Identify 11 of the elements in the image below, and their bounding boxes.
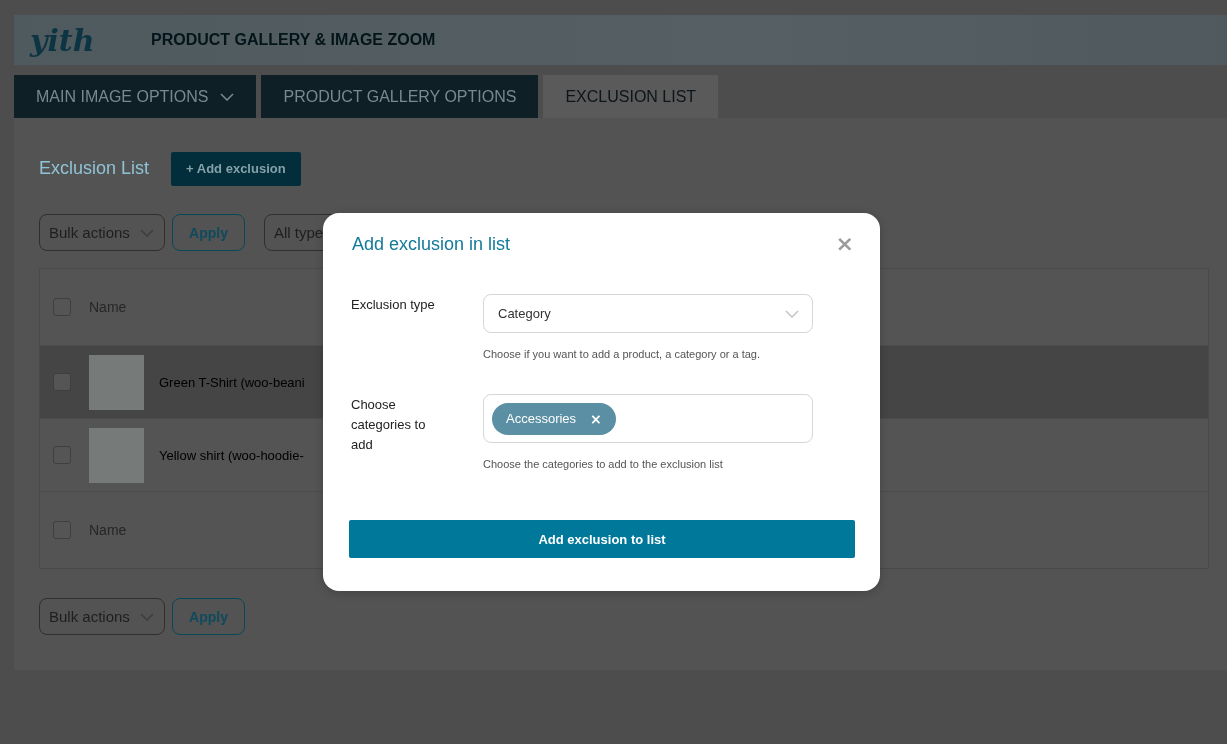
- plugin-title: PRODUCT GALLERY & IMAGE ZOOM: [150, 31, 436, 49]
- help-text: Choose if you want to add a product, a category or a tag.: [483, 348, 761, 360]
- field-label: Exclusion type: [351, 296, 436, 314]
- category-tag: Accessories ×: [492, 402, 616, 435]
- section-title: Exclusion List: [39, 158, 150, 179]
- field-label: Choose categories to add: [351, 396, 427, 454]
- help-text: Choose the categories to add to the exclusion list: [483, 458, 724, 470]
- logo: yith: [28, 22, 96, 58]
- product-name: Yellow shirt (woo-hoodie-: [159, 447, 304, 463]
- product-name: Green T-Shirt (woo-beani: [159, 374, 305, 390]
- dialog-title: Add exclusion in list: [352, 233, 511, 255]
